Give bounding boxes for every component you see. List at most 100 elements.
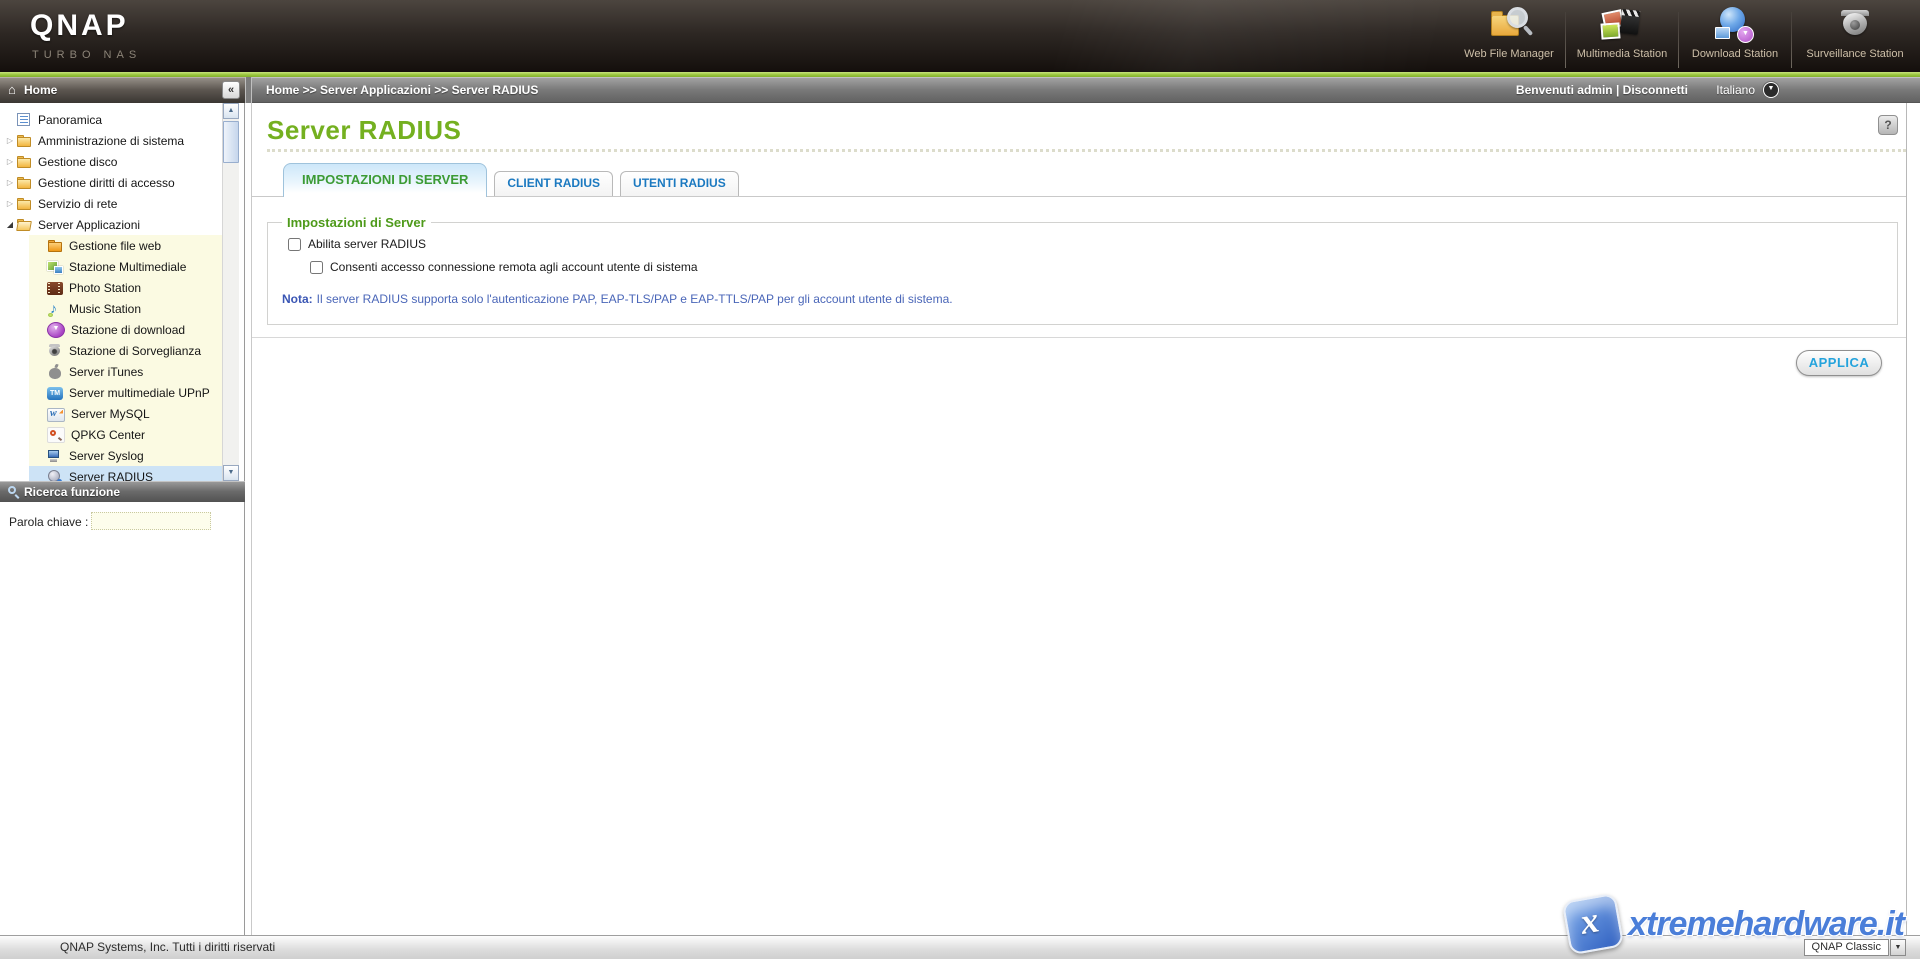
apply-button[interactable]: APPLICA: [1796, 350, 1882, 376]
xtremehardware-watermark: xtremehardware.it: [1566, 897, 1904, 951]
sidebar-item-label: Photo Station: [69, 281, 141, 295]
search-icon: [8, 486, 16, 494]
panel-legend: Impostazioni di Server: [282, 215, 431, 230]
sidebar-item-qpkg-center[interactable]: QPKG Center: [29, 424, 222, 445]
photo-icon: [47, 282, 63, 295]
sidebar-item-server-itunes[interactable]: Server iTunes: [29, 361, 222, 382]
web-file-manager-icon: [1487, 6, 1531, 46]
shortcut-label: Surveillance Station: [1792, 48, 1918, 60]
syslog-icon: [47, 448, 63, 464]
allow-remote-checkbox[interactable]: [310, 261, 323, 274]
keyword-label: Parola chiave :: [9, 515, 88, 529]
radius-icon: [47, 469, 63, 482]
sidebar-item-label: Server RADIUS: [69, 470, 153, 482]
sidebar-item-label: Amministrazione di sistema: [38, 134, 184, 148]
shortcut-multimedia-station[interactable]: Multimedia Station: [1566, 0, 1678, 72]
overview-icon: [16, 112, 32, 128]
expand-arrow-icon[interactable]: [4, 136, 16, 145]
shortcut-download-station[interactable]: Download Station: [1679, 0, 1791, 72]
language-dropdown-icon[interactable]: [1763, 82, 1779, 98]
sidebar-item-label: Server multimediale UPnP: [69, 386, 210, 400]
copyright-text: QNAP Systems, Inc. Tutti i diritti riser…: [60, 940, 275, 954]
tree-scrollbar[interactable]: [222, 103, 239, 481]
folder-icon: [16, 196, 32, 212]
enable-radius-label: Abilita server RADIUS: [308, 237, 426, 251]
help-button[interactable]: [1878, 115, 1898, 135]
sidebar-item-gestione-diritti-di-accesso[interactable]: Gestione diritti di accesso: [0, 172, 222, 193]
sidebar-item-gestione-disco[interactable]: Gestione disco: [0, 151, 222, 172]
welcome-text: Benvenuti admin: [1516, 83, 1613, 97]
tab-impostazioni-di-server[interactable]: IMPOSTAZIONI DI SERVER: [283, 163, 487, 197]
shortcut-label: Web File Manager: [1453, 48, 1565, 60]
sidebar-item-server-syslog[interactable]: Server Syslog: [29, 445, 222, 466]
sidebar-item-stazione-di-sorveglianza[interactable]: Stazione di Sorveglianza: [29, 340, 222, 361]
breadcrumb: Home >> Server Applicazioni >> Server RA…: [266, 83, 538, 97]
note-label: Nota:: [282, 292, 313, 306]
xtremehardware-text: xtremehardware.it: [1628, 905, 1904, 944]
enable-radius-row: Abilita server RADIUS: [288, 237, 426, 251]
logout-link[interactable]: Disconnetti: [1623, 83, 1688, 97]
language-selector[interactable]: Italiano: [1716, 82, 1779, 98]
folder-open-icon: [16, 217, 32, 233]
expand-arrow-icon[interactable]: [4, 157, 16, 166]
folder-icon: [16, 154, 32, 170]
panel-divider: [245, 77, 252, 103]
sidebar-item-panoramica[interactable]: Panoramica: [0, 109, 222, 130]
welcome-separator: |: [1616, 83, 1619, 97]
content-divider: [245, 103, 252, 935]
multimedia-icon: [47, 259, 63, 275]
expand-arrow-icon[interactable]: [4, 178, 16, 187]
sidebar-item-gestione-file-web[interactable]: Gestione file web: [29, 235, 222, 256]
content-separator: [252, 337, 1907, 338]
content-right-border: [1906, 103, 1907, 935]
sidebar-collapse-button[interactable]: [222, 81, 240, 99]
download-station-icon: [1713, 6, 1757, 46]
sidebar-item-label: Gestione diritti di accesso: [38, 176, 175, 190]
sidebar-item-servizio-di-rete[interactable]: Servizio di rete: [0, 193, 222, 214]
tab-utenti-radius[interactable]: UTENTI RADIUS: [620, 171, 739, 196]
surv-icon: [47, 343, 63, 359]
upnp-icon: [47, 387, 63, 400]
function-search-body: Parola chiave :: [0, 502, 245, 542]
sidebar-item-stazione-multimediale[interactable]: Stazione Multimediale: [29, 256, 222, 277]
scrollbar-thumb[interactable]: [223, 121, 239, 163]
scroll-up-icon[interactable]: [223, 103, 239, 119]
folder-icon: [16, 133, 32, 149]
sidebar-item-label: Servizio di rete: [38, 197, 117, 211]
sidebar-item-label: Stazione Multimediale: [69, 260, 186, 274]
function-search-title: Ricerca funzione: [24, 485, 120, 499]
sidebar-item-photo-station[interactable]: Photo Station: [29, 277, 222, 298]
sidebar-item-stazione-di-download[interactable]: Stazione di download: [29, 319, 222, 340]
sidebar-item-label: Server MySQL: [71, 407, 150, 421]
mysql-icon: [47, 408, 65, 422]
expand-arrow-icon[interactable]: [4, 199, 16, 208]
tab-client-radius[interactable]: CLIENT RADIUS: [494, 171, 613, 196]
allow-remote-row: Consenti accesso connessione remota agli…: [310, 260, 698, 274]
enable-radius-checkbox[interactable]: [288, 238, 301, 251]
collapse-arrow-icon[interactable]: [4, 220, 16, 229]
main-content: Server RADIUS IMPOSTAZIONI DI SERVERCLIE…: [252, 103, 1920, 935]
sidebar-item-server-multimediale-upnp[interactable]: Server multimediale UPnP: [29, 382, 222, 403]
sidebar-item-server-mysql[interactable]: Server MySQL: [29, 403, 222, 424]
scroll-down-icon[interactable]: [223, 465, 239, 481]
sidebar-item-label: Stazione di download: [71, 323, 185, 337]
sidebar-header-title: Home: [24, 83, 57, 97]
sidebar-header: Home: [0, 77, 245, 103]
keyword-input[interactable]: [91, 512, 211, 530]
shortcut-web-file-manager[interactable]: Web File Manager: [1453, 0, 1565, 72]
multimedia-station-icon: [1600, 6, 1644, 46]
sidebar-item-server-radius[interactable]: Server RADIUS: [29, 466, 222, 481]
function-search-header[interactable]: Ricerca funzione: [0, 481, 245, 502]
allow-remote-label: Consenti accesso connessione remota agli…: [330, 260, 698, 274]
sidebar-item-label: Server Applicazioni: [38, 218, 140, 232]
header-shortcuts: Web File ManagerMultimedia StationDownlo…: [1453, 0, 1918, 72]
sidebar-item-amministrazione-di-sistema[interactable]: Amministrazione di sistema: [0, 130, 222, 151]
sidebar-item-music-station[interactable]: Music Station: [29, 298, 222, 319]
sidebar-item-label: Server iTunes: [69, 365, 143, 379]
qnap-logo-subtitle: TURBO NAS: [32, 49, 141, 61]
note-text: Il server RADIUS supporta solo l'autenti…: [317, 292, 953, 306]
home-icon: [8, 82, 16, 97]
download-icon: [47, 322, 65, 338]
sidebar-item-server-applicazioni[interactable]: Server Applicazioni: [0, 214, 222, 235]
shortcut-surveillance-station[interactable]: Surveillance Station: [1792, 0, 1918, 72]
